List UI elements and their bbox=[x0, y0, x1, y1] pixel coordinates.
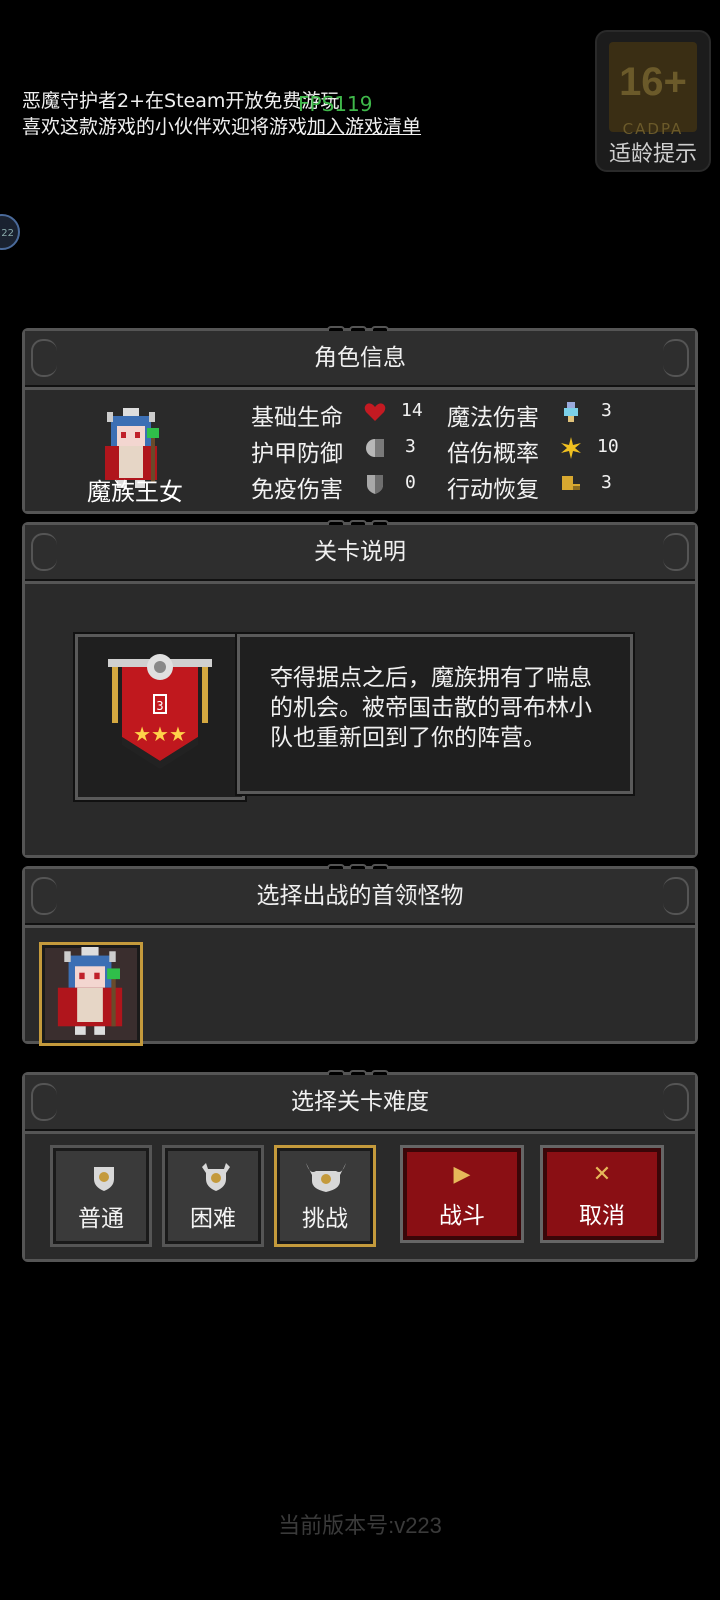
stat-base-hp: 基础生命 14 bbox=[251, 398, 423, 432]
floating-bubble[interactable]: 22 bbox=[0, 214, 20, 250]
stat-value: 3 bbox=[601, 400, 612, 421]
difficulty-label: 普通 bbox=[78, 1206, 124, 1232]
stat-label: 魔法伤害 bbox=[447, 405, 539, 431]
panel-title: 选择关卡难度 bbox=[25, 1075, 695, 1132]
stage-description-text: 夺得据点之后，魔族拥有了喘息的机会。被帝国击散的哥布林小队也重新回到了你的阵营。 bbox=[235, 632, 635, 796]
stage-description-body: ★★★ 3 夺得据点之后，魔族拥有了喘息的机会。被帝国击散的哥布林小队也重新回到… bbox=[25, 581, 695, 855]
version-label: 当前版本号:v223 bbox=[278, 1513, 442, 1538]
fight-label: 战斗 bbox=[439, 1203, 485, 1229]
stat-label: 免疫伤害 bbox=[251, 477, 343, 503]
cancel-label: 取消 bbox=[579, 1203, 625, 1229]
difficulty-hard-button[interactable]: 困难 bbox=[162, 1145, 264, 1247]
stage-description-panel: 关卡说明 ★★★ 3 夺得据点之后，魔族拥有了喘息的机会。被帝国击散的哥布林小队… bbox=[22, 520, 698, 858]
crest-small-icon bbox=[94, 1167, 114, 1191]
stat-damage-immunity: 免疫伤害 0 bbox=[251, 470, 416, 504]
character-info-body: 魔族王女 基础生命 14 魔法伤害 3 护甲防御 3 倍伤概率 10 免疫伤害 … bbox=[25, 387, 695, 511]
difficulty-label: 困难 bbox=[190, 1206, 236, 1232]
difficulty-body: 普通 困难 挑战 ▶ 战斗 ✕ 取消 bbox=[25, 1131, 695, 1259]
stat-value: 10 bbox=[597, 436, 619, 457]
stat-value: 0 bbox=[405, 472, 416, 493]
stat-value: 14 bbox=[401, 400, 423, 421]
crest-horned-icon bbox=[306, 1163, 346, 1192]
difficulty-label: 挑战 bbox=[302, 1206, 348, 1232]
heart-icon bbox=[364, 403, 386, 421]
stat-magic-damage: 魔法伤害 3 bbox=[447, 398, 612, 432]
stat-armor: 护甲防御 3 bbox=[251, 434, 416, 468]
shield-icon bbox=[367, 475, 383, 494]
age-rating-box: 16+ CADPA bbox=[609, 42, 697, 138]
stage-banner-frame: ★★★ 3 bbox=[73, 632, 247, 802]
character-name: 魔族王女 bbox=[87, 478, 183, 506]
stat-label: 基础生命 bbox=[251, 405, 343, 431]
stat-label: 倍伤概率 bbox=[447, 441, 539, 467]
stat-action-recovery: 行动恢复 3 bbox=[447, 470, 612, 504]
stage-number: 3 bbox=[156, 699, 163, 713]
difficulty-panel: 选择关卡难度 普通 困难 挑战 ▶ 战斗 ✕ 取消 bbox=[22, 1070, 698, 1262]
spark-icon bbox=[561, 437, 581, 459]
difficulty-normal-button[interactable]: 普通 bbox=[50, 1145, 152, 1247]
play-icon: ▶ bbox=[453, 1162, 471, 1187]
panel-title: 角色信息 bbox=[25, 331, 695, 388]
stat-value: 3 bbox=[405, 436, 416, 457]
stat-value: 3 bbox=[601, 472, 612, 493]
boot-icon bbox=[562, 476, 580, 490]
age-rating-hint: 适龄提示 bbox=[608, 142, 697, 167]
boss-slot-demon-princess[interactable] bbox=[39, 942, 143, 1046]
stat-label: 护甲防御 bbox=[251, 441, 343, 467]
wishlist-link[interactable]: 加入游戏清单 bbox=[307, 116, 421, 138]
potion-icon bbox=[564, 402, 578, 422]
age-rating-number: 16+ bbox=[619, 60, 687, 104]
close-icon: ✕ bbox=[592, 1162, 612, 1187]
age-rating-badge[interactable]: 16+ CADPA 适龄提示 bbox=[595, 30, 711, 172]
fight-button[interactable]: ▶ 战斗 bbox=[400, 1145, 524, 1243]
crest-medium-icon bbox=[202, 1163, 230, 1191]
boss-select-body bbox=[25, 925, 695, 1046]
panel-title: 选择出战的首领怪物 bbox=[25, 869, 695, 926]
stat-label: 行动恢复 bbox=[447, 477, 539, 503]
panel-title: 关卡说明 bbox=[25, 525, 695, 582]
difficulty-challenge-button[interactable]: 挑战 bbox=[274, 1145, 376, 1247]
cancel-button[interactable]: ✕ 取消 bbox=[540, 1145, 664, 1243]
boss-select-panel: 选择出战的首领怪物 bbox=[22, 864, 698, 1046]
fps-counter: FPS119 bbox=[298, 92, 373, 116]
announcement-line2: 喜欢这款游戏的小伙伴欢迎将游戏加入游戏清单 bbox=[22, 114, 421, 140]
stage-banner-icon: ★★★ 3 bbox=[108, 654, 212, 769]
stage-stars: ★★★ bbox=[133, 722, 187, 746]
boss-avatar bbox=[57, 947, 123, 1035]
announcement-text: 喜欢这款游戏的小伙伴欢迎将游戏 bbox=[22, 116, 308, 138]
stat-crit-chance: 倍伤概率 10 bbox=[447, 434, 619, 468]
armor-icon bbox=[366, 439, 384, 457]
character-info-panel: 角色信息 魔族王女 基础生命 14 魔法伤害 3 护甲防御 3 倍伤概率 10 … bbox=[22, 326, 698, 514]
